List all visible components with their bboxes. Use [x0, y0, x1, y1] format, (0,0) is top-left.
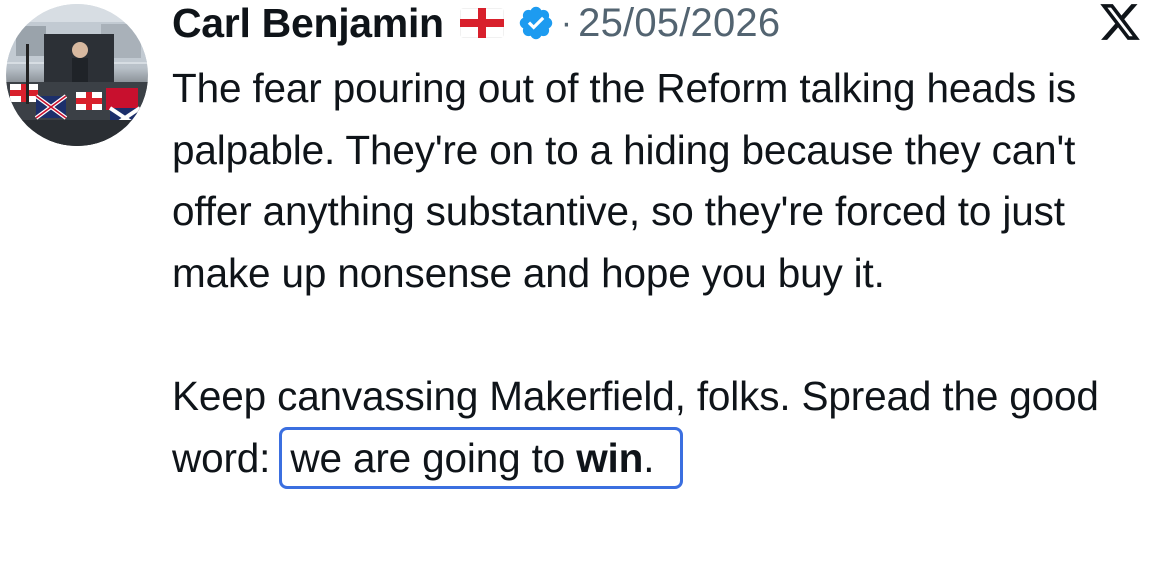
x-logo-icon[interactable]	[1097, 0, 1143, 44]
england-flag-icon	[459, 8, 504, 38]
avatar[interactable]	[6, 4, 148, 146]
highlight-prefix: we are going to	[290, 435, 577, 481]
post-date[interactable]: 25/05/2026	[578, 1, 780, 46]
tweet-text: The fear pouring out of the Reform talki…	[172, 58, 1152, 490]
tweet-paragraph-2: Keep canvassing Makerfield, folks. Sprea…	[172, 366, 1152, 490]
tweet-paragraph-1: The fear pouring out of the Reform talki…	[172, 65, 1077, 296]
separator-dot: ·	[560, 3, 573, 42]
highlight-bold-word: win	[576, 435, 644, 481]
highlight-annotation-box: we are going to win.	[279, 427, 684, 489]
avatar-photo	[6, 4, 148, 146]
author-name[interactable]: Carl Benjamin	[172, 0, 444, 47]
verified-badge-icon[interactable]	[517, 4, 555, 42]
highlight-suffix: .	[643, 435, 655, 481]
post-header: Carl Benjamin · 25/05/2026	[172, 0, 780, 46]
